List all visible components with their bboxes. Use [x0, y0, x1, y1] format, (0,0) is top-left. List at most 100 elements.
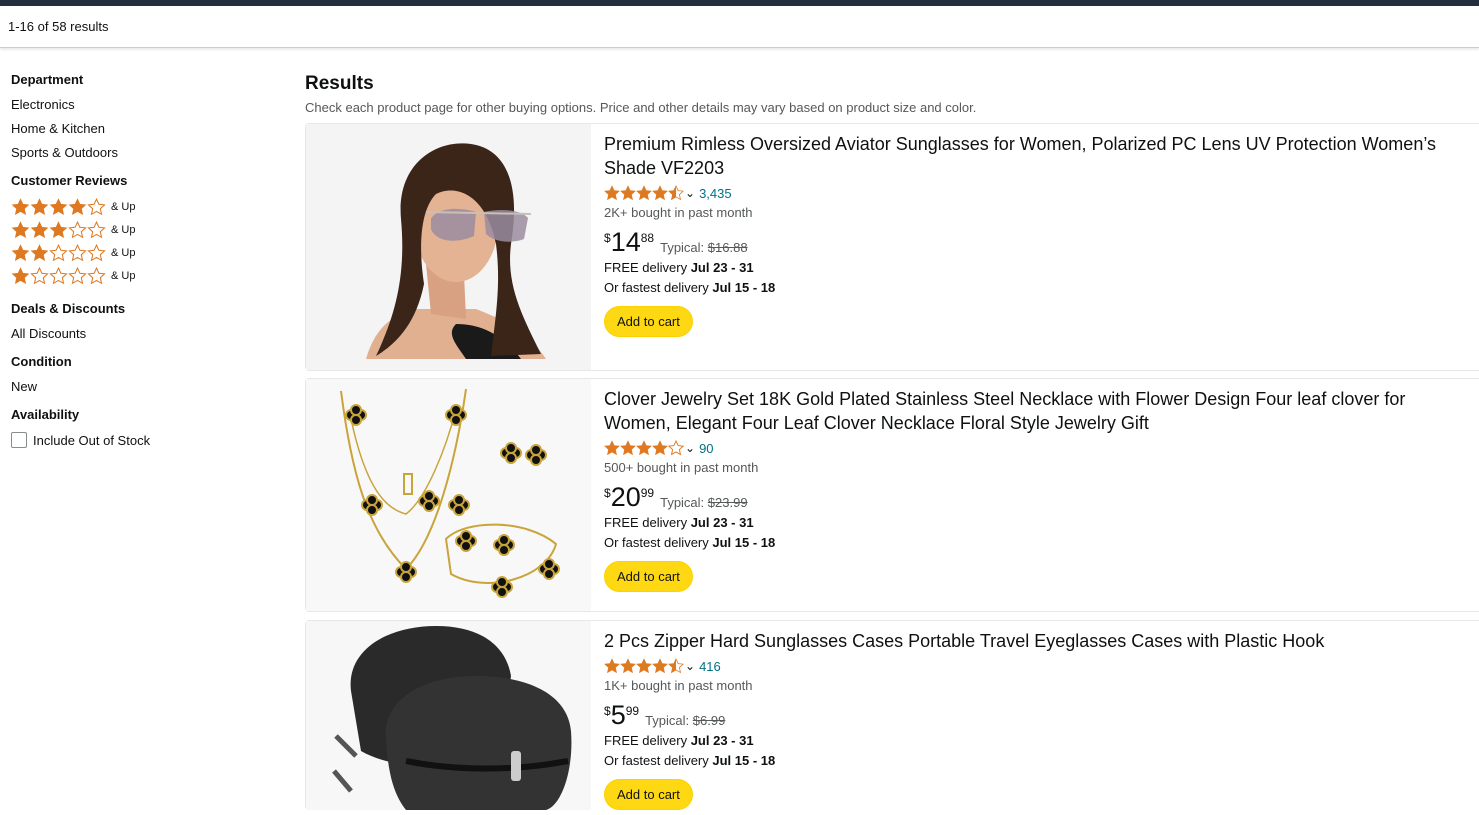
add-to-cart-button[interactable]: Add to cart	[604, 561, 693, 592]
star-rating-icon	[11, 243, 106, 262]
clover-jewelry-image	[306, 379, 591, 611]
delivery-info: FREE delivery Jul 23 - 31	[604, 513, 1460, 533]
typical-price-value: $6.99	[692, 713, 726, 728]
add-to-cart-button[interactable]: Add to cart	[604, 779, 693, 810]
chevron-down-icon[interactable]: ⌄	[685, 441, 695, 455]
department-heading: Department	[11, 72, 84, 87]
deals-filter: Deals & Discounts All Discounts	[11, 301, 281, 342]
fastest-prefix: Or fastest delivery	[604, 280, 713, 295]
delivery-dates: Jul 23 - 31	[690, 260, 754, 275]
typical-price: Typical: $16.88	[660, 240, 747, 255]
delivery-dates: Jul 23 - 31	[690, 733, 754, 748]
sunglasses-case-image	[306, 621, 591, 810]
price-whole: 5	[610, 700, 626, 730]
product-card: 2 Pcs Zipper Hard Sunglasses Cases Porta…	[305, 620, 1479, 810]
product-card: Clover Jewelry Set 18K Gold Plated Stain…	[305, 378, 1479, 612]
bought-count: 1K+ bought in past month	[604, 678, 753, 693]
results-count: 1-16 of 58 results	[8, 19, 109, 34]
delivery-dates: Jul 23 - 31	[690, 515, 754, 530]
results-subtitle: Check each product page for other buying…	[305, 100, 977, 115]
results-heading: Results	[305, 73, 374, 94]
reviews-2-up[interactable]: & Up	[11, 243, 281, 262]
condition-filter: Condition New	[11, 354, 281, 395]
product-image[interactable]	[306, 621, 591, 810]
sunglasses-model-image	[306, 124, 591, 370]
availability-filter: Availability Include Out of Stock	[11, 407, 281, 448]
availability-heading: Availability	[11, 407, 80, 422]
product-card: Premium Rimless Oversized Aviator Sungla…	[305, 123, 1479, 371]
fastest-dates: Jul 15 - 18	[712, 753, 776, 768]
price-symbol: $	[604, 486, 611, 500]
product-price[interactable]: $ 20 99 Typical: $23.99	[604, 483, 1460, 513]
product-rating: ⌄ 90	[604, 438, 1460, 458]
price-symbol: $	[604, 704, 611, 718]
star-rating-icon[interactable]	[604, 439, 685, 457]
delivery-prefix: FREE delivery	[604, 733, 691, 748]
product-image[interactable]	[306, 379, 591, 611]
product-title[interactable]: 2 Pcs Zipper Hard Sunglasses Cases Porta…	[604, 629, 1460, 653]
product-price[interactable]: $ 14 88 Typical: $16.88	[604, 228, 1460, 258]
include-out-of-stock-option[interactable]: Include Out of Stock	[11, 432, 281, 448]
include-out-of-stock-checkbox[interactable]	[11, 432, 27, 448]
price-fraction: 99	[625, 704, 640, 718]
review-count-link[interactable]: 90	[699, 441, 713, 456]
typical-label: Typical:	[660, 240, 705, 255]
price-symbol: $	[604, 231, 611, 245]
price-fraction: 99	[640, 486, 655, 500]
reviews-3-up[interactable]: & Up	[11, 220, 281, 239]
typical-label: Typical:	[660, 495, 705, 510]
fastest-delivery-info: Or fastest delivery Jul 15 - 18	[604, 751, 1460, 771]
department-electronics[interactable]: Electronics	[11, 97, 281, 113]
fastest-delivery-info: Or fastest delivery Jul 15 - 18	[604, 533, 1460, 553]
add-to-cart-button[interactable]: Add to cart	[604, 306, 693, 337]
bought-count: 2K+ bought in past month	[604, 205, 753, 220]
delivery-info: FREE delivery Jul 23 - 31	[604, 731, 1460, 751]
typical-price-value: $23.99	[707, 495, 748, 510]
reviews-filter: Customer Reviews & Up & Up & Up & Up	[11, 173, 281, 285]
product-price[interactable]: $ 5 99 Typical: $6.99	[604, 701, 1460, 731]
chevron-down-icon[interactable]: ⌄	[685, 659, 695, 673]
all-discounts-link[interactable]: All Discounts	[11, 326, 281, 342]
deals-heading: Deals & Discounts	[11, 301, 126, 316]
department-sports-outdoors[interactable]: Sports & Outdoors	[11, 145, 281, 161]
and-up-label: & Up	[111, 224, 136, 236]
typical-price-value: $16.88	[707, 240, 748, 255]
reviews-1-up[interactable]: & Up	[11, 266, 281, 285]
product-title[interactable]: Premium Rimless Oversized Aviator Sungla…	[604, 132, 1460, 180]
delivery-prefix: FREE delivery	[604, 515, 691, 530]
product-title[interactable]: Clover Jewelry Set 18K Gold Plated Stain…	[604, 387, 1460, 435]
product-info: Premium Rimless Oversized Aviator Sungla…	[604, 132, 1460, 337]
include-out-of-stock-label: Include Out of Stock	[33, 432, 151, 448]
reviews-heading: Customer Reviews	[11, 173, 128, 188]
review-count-link[interactable]: 416	[699, 659, 721, 674]
typical-price: Typical: $6.99	[645, 713, 725, 728]
fastest-prefix: Or fastest delivery	[604, 753, 713, 768]
department-home-kitchen[interactable]: Home & Kitchen	[11, 121, 281, 137]
and-up-label: & Up	[111, 270, 136, 282]
condition-heading: Condition	[11, 354, 72, 369]
review-count-link[interactable]: 3,435	[699, 186, 732, 201]
fastest-delivery-info: Or fastest delivery Jul 15 - 18	[604, 278, 1460, 298]
product-info: Clover Jewelry Set 18K Gold Plated Stain…	[604, 387, 1460, 592]
reviews-4-up[interactable]: & Up	[11, 197, 281, 216]
fastest-dates: Jul 15 - 18	[712, 280, 776, 295]
and-up-label: & Up	[111, 247, 136, 259]
star-rating-icon	[11, 266, 106, 285]
delivery-info: FREE delivery Jul 23 - 31	[604, 258, 1460, 278]
filter-sidebar: Department Electronics Home & Kitchen Sp…	[11, 72, 281, 460]
star-rating-icon[interactable]	[604, 657, 685, 675]
product-rating: ⌄ 416	[604, 656, 1460, 676]
price-fraction: 88	[640, 231, 655, 245]
condition-new-link[interactable]: New	[11, 379, 281, 395]
star-rating-icon[interactable]	[604, 184, 685, 202]
bought-count: 500+ bought in past month	[604, 460, 759, 475]
product-rating: ⌄ 3,435	[604, 183, 1460, 203]
typical-label: Typical:	[645, 713, 690, 728]
results-header: Results Check each product page for othe…	[305, 72, 1479, 116]
fastest-prefix: Or fastest delivery	[604, 535, 713, 550]
chevron-down-icon[interactable]: ⌄	[685, 186, 695, 200]
results-count-bar: 1-16 of 58 results	[0, 6, 1479, 48]
fastest-dates: Jul 15 - 18	[712, 535, 776, 550]
product-image[interactable]	[306, 124, 591, 370]
and-up-label: & Up	[111, 201, 136, 213]
